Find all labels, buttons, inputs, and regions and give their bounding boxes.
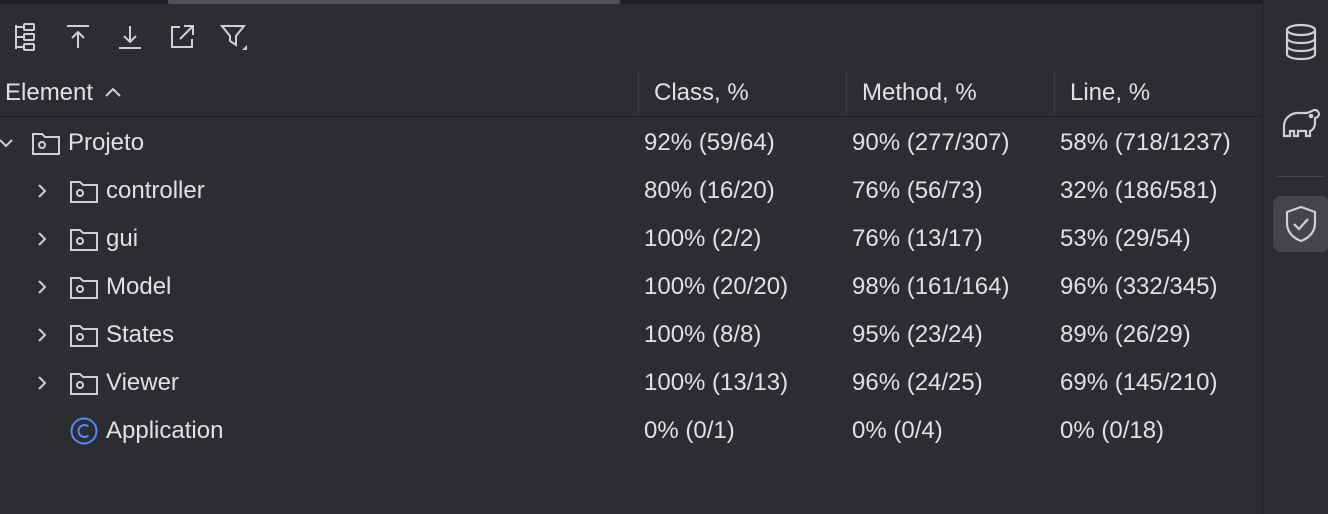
method-coverage: 76% (13/17): [852, 225, 983, 252]
column-header-label: Line, %: [1070, 79, 1151, 106]
right-tool-window-bar: [1262, 0, 1328, 514]
column-divider[interactable]: [1054, 72, 1055, 114]
package-folder-icon: [70, 325, 98, 347]
element-name: gui: [106, 225, 139, 252]
table-row[interactable]: controller 80% (16/20) 76% (56/73) 32% (…: [0, 167, 1262, 215]
sort-ascending-icon: [105, 87, 121, 97]
element-name: States: [106, 321, 175, 348]
class-coverage: 100% (8/8): [644, 321, 762, 348]
class-coverage: 0% (0/1): [644, 417, 735, 444]
element-name: Model: [106, 273, 172, 300]
table-row[interactable]: Viewer 100% (13/13) 96% (24/25) 69% (145…: [0, 359, 1262, 407]
method-coverage: 95% (23/24): [852, 321, 983, 348]
class-coverage: 100% (2/2): [644, 225, 762, 252]
class-coverage: 80% (16/20): [644, 177, 775, 204]
class-icon: [70, 417, 98, 445]
package-folder-icon: [70, 373, 98, 395]
column-header-class[interactable]: Class, %: [654, 70, 749, 116]
export-coverage-button[interactable]: [104, 14, 156, 60]
filter-button[interactable]: [208, 14, 260, 60]
method-coverage: 98% (161/164): [852, 273, 1010, 300]
class-coverage: 100% (20/20): [644, 273, 789, 300]
line-coverage: 53% (29/54): [1060, 225, 1191, 252]
table-row[interactable]: States 100% (8/8) 95% (23/24) 89% (26/29…: [0, 311, 1262, 359]
hierarchy-icon: [15, 23, 35, 51]
chevron-right-icon[interactable]: [30, 323, 54, 347]
open-external-icon: [171, 25, 194, 48]
open-external-button[interactable]: [156, 14, 208, 60]
chevron-right-icon[interactable]: [30, 179, 54, 203]
line-coverage: 58% (718/1237): [1060, 129, 1231, 156]
package-folder-icon: [70, 229, 98, 251]
column-header-label: Class, %: [654, 79, 749, 106]
table-row[interactable]: Projeto 92% (59/64) 90% (277/307) 58% (7…: [0, 119, 1262, 167]
line-coverage: 69% (145/210): [1060, 369, 1218, 396]
import-coverage-icon: [67, 25, 89, 48]
coverage-toolbar: [0, 14, 260, 60]
column-divider[interactable]: [846, 72, 847, 114]
coverage-shield-icon: [1285, 205, 1317, 243]
chevron-right-icon[interactable]: [30, 275, 54, 299]
hierarchy-button[interactable]: [0, 14, 52, 60]
table-row[interactable]: Model 100% (20/20) 98% (161/164) 96% (33…: [0, 263, 1262, 311]
package-folder-icon: [32, 133, 60, 155]
method-coverage: 96% (24/25): [852, 369, 983, 396]
coverage-panel: Element Class, % Method, % Line, % Proje…: [0, 0, 1262, 514]
gradle-tool-button[interactable]: [1273, 95, 1328, 151]
element-name: Viewer: [106, 369, 179, 396]
package-folder-icon: [70, 277, 98, 299]
sidebar-divider: [1277, 176, 1325, 177]
column-header-label: Element: [5, 79, 94, 106]
element-name: Projeto: [68, 129, 145, 156]
filter-icon: [220, 25, 247, 50]
element-name: controller: [106, 177, 205, 204]
chevron-right-icon[interactable]: [30, 227, 54, 251]
database-icon: [1285, 23, 1317, 61]
table-row[interactable]: gui 100% (2/2) 76% (13/17) 53% (29/54): [0, 215, 1262, 263]
method-coverage: 0% (0/4): [852, 417, 943, 444]
import-coverage-button[interactable]: [52, 14, 104, 60]
export-coverage-icon: [119, 26, 141, 49]
column-header-label: Method, %: [862, 79, 977, 106]
chevron-right-icon[interactable]: [30, 371, 54, 395]
line-coverage: 89% (26/29): [1060, 321, 1191, 348]
column-header-method[interactable]: Method, %: [862, 70, 977, 116]
method-coverage: 76% (56/73): [852, 177, 983, 204]
column-header-line[interactable]: Line, %: [1070, 70, 1150, 116]
horizontal-scrollbar-thumb[interactable]: [168, 0, 620, 4]
line-coverage: 0% (0/18): [1060, 417, 1165, 444]
class-coverage: 92% (59/64): [644, 129, 775, 156]
method-coverage: 90% (277/307): [852, 129, 1010, 156]
column-header-element[interactable]: Element: [5, 70, 123, 116]
element-name: Application: [106, 417, 224, 444]
package-folder-icon: [70, 181, 98, 203]
table-row[interactable]: Application 0% (0/1) 0% (0/4) 0% (0/18): [0, 407, 1262, 455]
line-coverage: 96% (332/345): [1060, 273, 1218, 300]
chevron-down-icon[interactable]: [0, 131, 18, 155]
coverage-tool-button[interactable]: [1273, 196, 1328, 252]
database-tool-button[interactable]: [1273, 14, 1328, 70]
column-divider[interactable]: [638, 72, 639, 114]
line-coverage: 32% (186/581): [1060, 177, 1218, 204]
gradle-elephant-icon: [1282, 108, 1321, 138]
table-header: Element Class, % Method, % Line, %: [0, 70, 1262, 117]
class-coverage: 100% (13/13): [644, 369, 789, 396]
